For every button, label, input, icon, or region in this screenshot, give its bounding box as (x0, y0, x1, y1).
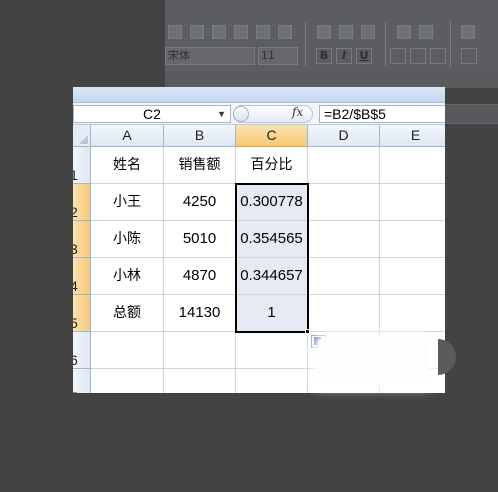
cell-c2[interactable]: 0.300778 (236, 184, 308, 221)
cell-a7[interactable] (91, 369, 164, 393)
cell-e2[interactable] (380, 184, 445, 221)
cell-b4[interactable]: 4870 (164, 258, 236, 295)
row-header-7[interactable]: 7 (73, 369, 91, 393)
name-box-value: C2 (143, 106, 161, 122)
cell-c7[interactable] (236, 369, 308, 393)
cell-a1[interactable]: 姓名 (91, 147, 164, 184)
italic-button[interactable]: I (336, 48, 352, 64)
cell-e1[interactable] (380, 147, 445, 184)
row-number: 3 (73, 241, 78, 257)
cell-b2[interactable]: 4250 (164, 184, 236, 221)
formula-bar: C2 ▼ fx =B2/$B$5 (73, 103, 445, 125)
cell-a6[interactable] (91, 332, 164, 369)
cell-a4[interactable]: 小林 (91, 258, 164, 295)
toolbar-strip (73, 87, 445, 103)
ribbon-button[interactable] (419, 25, 433, 39)
cell-e4[interactable] (380, 258, 445, 295)
cell-b5[interactable]: 14130 (164, 295, 236, 332)
ribbon-group-labels (165, 72, 498, 88)
ribbon-button[interactable] (256, 25, 270, 39)
name-box[interactable]: C2 ▼ (73, 105, 231, 123)
ribbon-button[interactable] (168, 25, 182, 39)
cell-d1[interactable] (308, 147, 380, 184)
row-number: 5 (73, 315, 78, 331)
row-header-2[interactable]: 2 (73, 184, 91, 221)
row-header-1[interactable]: 1 (73, 147, 91, 184)
cell-b3[interactable]: 5010 (164, 221, 236, 258)
bold-button[interactable]: B (316, 48, 332, 64)
ribbon-button[interactable] (212, 25, 226, 39)
cell-c6[interactable] (236, 332, 308, 369)
column-header-e[interactable]: E (380, 125, 445, 147)
cell-d5[interactable] (308, 295, 380, 332)
formula-input[interactable]: =B2/$B$5 (319, 105, 445, 123)
ribbon-button[interactable] (461, 25, 475, 39)
column-header-d[interactable]: D (308, 125, 380, 147)
ribbon-separator (450, 22, 451, 66)
ribbon-button[interactable] (339, 25, 353, 39)
cell-a2[interactable]: 小王 (91, 184, 164, 221)
fill-handle[interactable] (305, 329, 310, 334)
row-header-4[interactable]: 4 (73, 258, 91, 295)
ribbon-button[interactable] (190, 25, 204, 39)
row-number: 2 (73, 204, 78, 220)
cell-d3[interactable] (308, 221, 380, 258)
font-name-select[interactable]: 宋体 (165, 47, 255, 65)
cell-c4[interactable]: 0.344657 (236, 258, 308, 295)
merge-button[interactable] (461, 48, 477, 64)
fx-icon[interactable]: fx (292, 105, 303, 119)
cell-a3[interactable]: 小陈 (91, 221, 164, 258)
cell-c1[interactable]: 百分比 (236, 147, 308, 184)
cell-d4[interactable] (308, 258, 380, 295)
cell-b6[interactable] (164, 332, 236, 369)
row-number: 4 (73, 278, 78, 294)
decorative-shape (438, 339, 456, 375)
row-header-6[interactable]: 6 (73, 332, 91, 369)
ribbon-button[interactable] (317, 25, 331, 39)
function-area: fx (233, 105, 315, 123)
chevron-down-icon[interactable]: ▼ (217, 106, 226, 122)
cell-c3[interactable]: 0.354565 (236, 221, 308, 258)
row-number: 1 (73, 167, 78, 183)
cell-a5[interactable]: 总额 (91, 295, 164, 332)
cell-c5[interactable]: 1 (236, 295, 308, 332)
column-header-c[interactable]: C (236, 125, 308, 147)
column-header-a[interactable]: A (91, 125, 164, 147)
cell-e3[interactable] (380, 221, 445, 258)
column-header-b[interactable]: B (164, 125, 236, 147)
ribbon-button[interactable] (397, 25, 411, 39)
align-left-button[interactable] (390, 48, 406, 64)
ribbon-button[interactable] (278, 25, 292, 39)
align-center-button[interactable] (410, 48, 426, 64)
select-all-corner[interactable] (73, 125, 91, 147)
formula-bar-background (445, 104, 498, 124)
row-number: 7 (73, 389, 78, 393)
align-right-button[interactable] (430, 48, 446, 64)
font-size-select[interactable]: 11 (258, 47, 298, 65)
cell-b1[interactable]: 销售额 (164, 147, 236, 184)
cell-e5[interactable] (380, 295, 445, 332)
row-header-5[interactable]: 5 (73, 295, 91, 332)
expand-handle[interactable] (233, 106, 249, 122)
row-number: 6 (73, 352, 78, 368)
ribbon-separator (385, 22, 386, 66)
ribbon-button[interactable] (361, 25, 375, 39)
ribbon-separator (305, 22, 306, 66)
ribbon-button[interactable] (234, 25, 248, 39)
cell-b7[interactable] (164, 369, 236, 393)
underline-button[interactable]: U (356, 48, 372, 64)
cell-d2[interactable] (308, 184, 380, 221)
ribbon-background: 宋体 11 B I U (165, 0, 498, 88)
row-header-3[interactable]: 3 (73, 221, 91, 258)
blurred-region (318, 339, 428, 383)
